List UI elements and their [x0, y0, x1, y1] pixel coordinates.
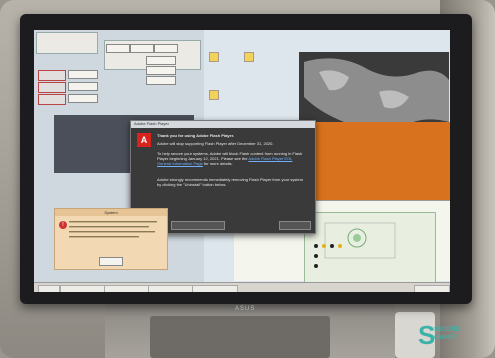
taskbar-item[interactable] — [192, 285, 238, 292]
marker-dot — [322, 244, 326, 248]
marker-dot — [314, 264, 318, 268]
control-button[interactable] — [130, 44, 154, 53]
control-button[interactable] — [154, 44, 178, 53]
control-button[interactable] — [106, 44, 130, 53]
control-button[interactable] — [146, 76, 176, 85]
desktop-file-icon[interactable] — [209, 52, 219, 62]
marker-dot — [338, 244, 342, 248]
dialog-heading: Thank you for using Adobe Flash Player. — [157, 133, 235, 138]
dialog-title: Adobe Flash Player — [131, 121, 315, 128]
monitor-brand-label: ASUS — [235, 306, 256, 312]
watermark-logo-icon: S — [418, 320, 436, 350]
app-header-panel — [36, 32, 98, 54]
equipment-box — [150, 316, 330, 358]
red-control-button[interactable] — [38, 94, 66, 105]
marker-dot — [314, 254, 318, 258]
adobe-logo-icon: A — [137, 133, 151, 147]
system-tray — [414, 285, 450, 292]
dialog-paragraph: To help secure your systems, Adobe will … — [157, 151, 307, 166]
taskbar-item[interactable] — [60, 285, 106, 292]
red-control-button[interactable] — [38, 70, 66, 81]
dialog-recommendation: Adobe strongly recommends immediately re… — [157, 177, 304, 187]
marker-dot — [314, 244, 318, 248]
dialog-line: Adobe will stop supporting Flash Player … — [157, 141, 274, 146]
close-button[interactable] — [279, 221, 311, 230]
control-button[interactable] — [68, 82, 98, 91]
red-control-button[interactable] — [38, 82, 66, 93]
watermark-line: SECOND — [434, 327, 460, 333]
watermark-line: OWNER — [434, 335, 457, 341]
photo-scene: ASUS Adobe Flash Player A Thank you for … — [0, 0, 495, 358]
control-button[interactable] — [68, 70, 98, 79]
taskbar — [34, 282, 450, 292]
control-button[interactable] — [146, 66, 176, 75]
popup-message-lines — [69, 221, 157, 238]
taskbar-item[interactable] — [104, 285, 150, 292]
popup-title: System — [55, 209, 167, 216]
desktop-file-icon[interactable] — [209, 90, 219, 100]
popup-ok-button[interactable] — [99, 257, 123, 266]
monitor-screen: Adobe Flash Player A Thank you for using… — [34, 30, 450, 292]
control-button[interactable] — [68, 94, 98, 103]
control-button[interactable] — [146, 56, 176, 65]
error-icon: ! — [59, 221, 67, 229]
layout-drawing — [324, 222, 396, 259]
desktop-file-icon[interactable] — [244, 52, 254, 62]
start-button[interactable] — [38, 285, 60, 292]
dialog-line: for more details. — [203, 161, 233, 166]
layout-canvas — [304, 212, 436, 284]
uninstall-button[interactable] — [171, 221, 225, 230]
taskbar-item[interactable] — [148, 285, 194, 292]
marker-dot — [330, 244, 334, 248]
system-error-popup: System ! — [54, 208, 168, 270]
